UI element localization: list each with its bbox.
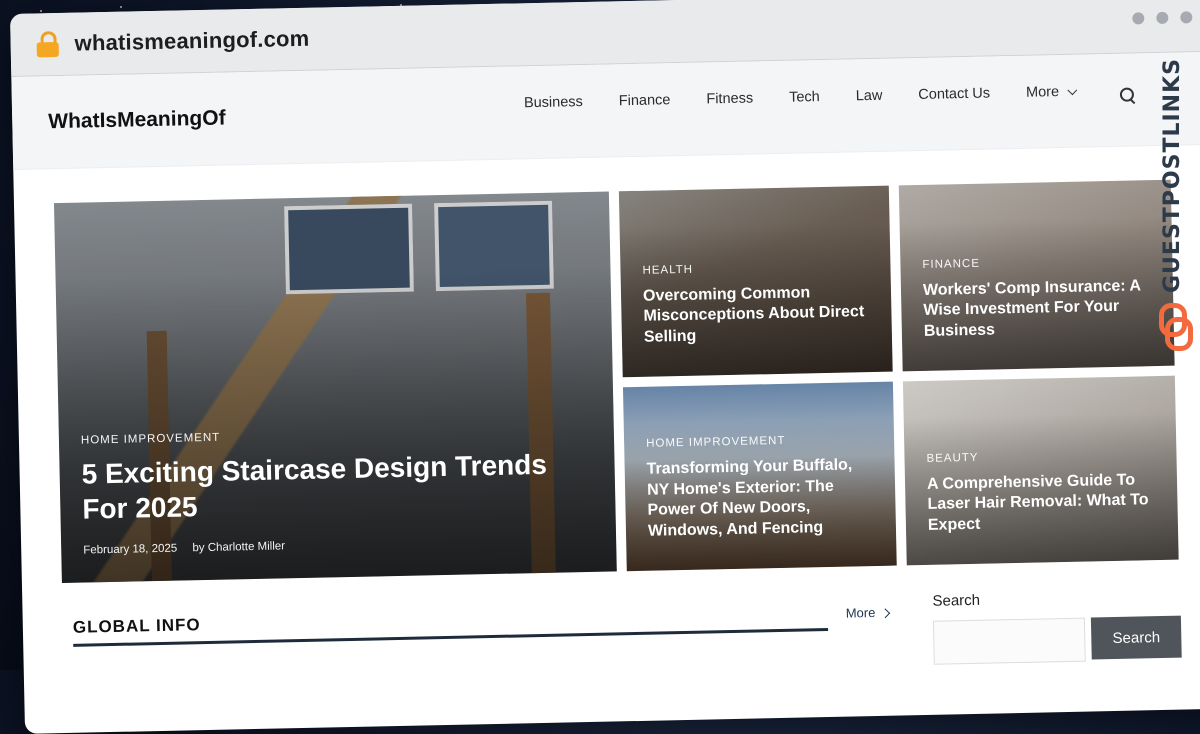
search-label: Search bbox=[932, 591, 981, 610]
card-title[interactable]: Workers' Comp Insurance: A Wise Investme… bbox=[923, 276, 1156, 343]
nav-item-business[interactable]: Business bbox=[524, 94, 583, 111]
more-link[interactable]: More bbox=[845, 605, 890, 621]
search-button[interactable]: Search bbox=[1090, 615, 1182, 660]
nav-more-label: More bbox=[1025, 84, 1060, 101]
post-date: February 18, 2025 bbox=[83, 542, 178, 557]
featured-card-finance[interactable]: Finance Workers' Comp Insurance: A Wise … bbox=[898, 179, 1175, 372]
browser-window: whatismeaningof.com WhatIsMeaningOf Busi… bbox=[10, 0, 1200, 734]
featured-card-home-improvement[interactable]: Home Improvement Transforming Your Buffa… bbox=[622, 381, 897, 572]
section-heading: GLOBAL INFO bbox=[72, 615, 201, 637]
main-nav: Business Finance Fitness Tech Law Contac… bbox=[524, 84, 1078, 111]
card-title[interactable]: Transforming Your Buffalo, NY Home's Ext… bbox=[646, 455, 878, 543]
site-logo[interactable]: WhatIsMeaningOf bbox=[48, 107, 226, 135]
window-dots bbox=[1132, 11, 1193, 25]
featured-main-card[interactable]: Home Improvement 5 Exciting Staircase De… bbox=[53, 191, 617, 584]
watermark-logo: GUESTPOSTLINKS bbox=[1152, 58, 1193, 358]
window-dot-icon[interactable] bbox=[1156, 11, 1169, 24]
search-input[interactable] bbox=[932, 617, 1086, 665]
post-author[interactable]: by Charlotte Miller bbox=[192, 540, 285, 554]
chevron-down-icon bbox=[1067, 84, 1078, 95]
nav-more-dropdown[interactable]: More bbox=[1025, 84, 1078, 101]
nav-item-law[interactable]: Law bbox=[856, 88, 883, 105]
nav-item-contact-us[interactable]: Contact Us bbox=[918, 85, 990, 102]
lock-icon bbox=[36, 31, 59, 58]
window-dot-icon[interactable] bbox=[1180, 11, 1193, 24]
card-title[interactable]: 5 Exciting Staircase Design Trends For 2… bbox=[81, 446, 597, 527]
card-title[interactable]: Overcoming Common Misconceptions About D… bbox=[643, 282, 874, 349]
window-dot-icon[interactable] bbox=[1132, 12, 1145, 25]
sidebar-search: Search Search bbox=[932, 591, 1182, 665]
card-title[interactable]: A Comprehensive Guide To Laser Hair Remo… bbox=[927, 470, 1160, 537]
url-text[interactable]: whatismeaningof.com bbox=[74, 26, 309, 57]
global-info-section: GLOBAL INFO More bbox=[72, 605, 890, 647]
nav-item-finance[interactable]: Finance bbox=[619, 92, 671, 109]
nav-item-tech[interactable]: Tech bbox=[789, 89, 820, 106]
featured-card-health[interactable]: Health Overcoming Common Misconceptions … bbox=[618, 185, 893, 378]
search-icon[interactable] bbox=[1119, 87, 1136, 105]
nav-item-fitness[interactable]: Fitness bbox=[706, 90, 753, 107]
link-icon bbox=[1157, 301, 1193, 351]
chevron-right-icon bbox=[879, 608, 890, 619]
featured-card-beauty[interactable]: Beauty A Comprehensive Guide To Laser Ha… bbox=[902, 375, 1179, 566]
watermark-text: GUESTPOSTLINKS bbox=[1159, 58, 1185, 293]
more-link-label: More bbox=[845, 605, 876, 621]
